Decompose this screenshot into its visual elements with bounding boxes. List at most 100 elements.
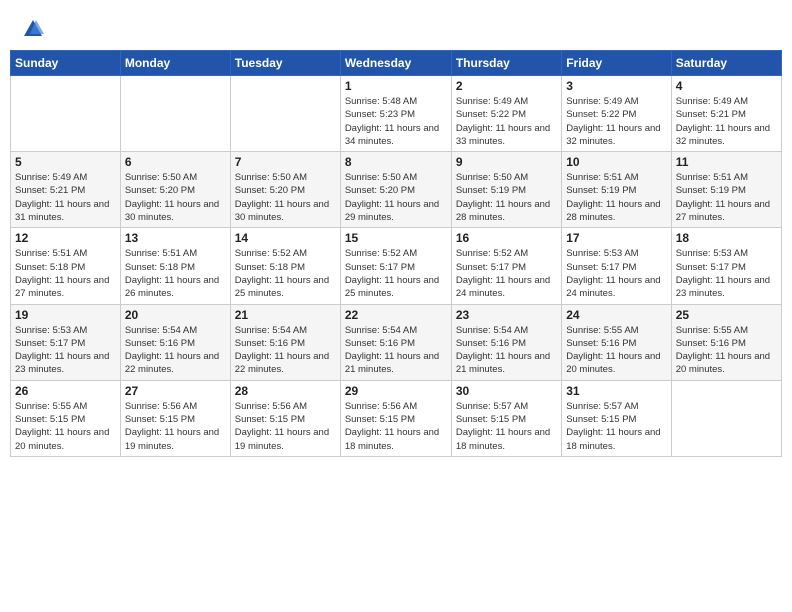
day-info: Sunrise: 5:53 AMSunset: 5:17 PMDaylight:… bbox=[566, 247, 666, 300]
calendar-day-cell: 19 Sunrise: 5:53 AMSunset: 5:17 PMDayligh… bbox=[11, 304, 121, 380]
day-number: 1 bbox=[345, 79, 447, 93]
calendar-day-cell: 24 Sunrise: 5:55 AMSunset: 5:16 PMDayligh… bbox=[562, 304, 671, 380]
day-number: 2 bbox=[456, 79, 557, 93]
calendar-week-row: 1 Sunrise: 5:48 AMSunset: 5:23 PMDaylight… bbox=[11, 76, 782, 152]
calendar-day-cell: 3 Sunrise: 5:49 AMSunset: 5:22 PMDaylight… bbox=[562, 76, 671, 152]
calendar-day-cell: 7 Sunrise: 5:50 AMSunset: 5:20 PMDaylight… bbox=[230, 152, 340, 228]
calendar-day-cell: 29Sunrise: 5:56 AMSunset: 5:15 PMDayligh… bbox=[340, 380, 451, 456]
calendar-day-cell: 27 Sunrise: 5:56 AMSunset: 5:15 PMDayligh… bbox=[120, 380, 230, 456]
day-info: Sunrise: 5:49 AMSunset: 5:21 PMDaylight:… bbox=[676, 95, 777, 148]
day-info: Sunrise: 5:49 AMSunset: 5:22 PMDaylight:… bbox=[456, 95, 557, 148]
day-info: Sunrise: 5:56 AMSunset: 5:15 PMDaylight:… bbox=[345, 400, 447, 453]
page-header bbox=[10, 10, 782, 44]
day-number: 26 bbox=[15, 384, 116, 398]
day-info: Sunrise: 5:57 AMSunset: 5:15 PMDaylight:… bbox=[566, 400, 666, 453]
day-info: Sunrise: 5:49 AMSunset: 5:22 PMDaylight:… bbox=[566, 95, 666, 148]
calendar-day-cell: 8Sunrise: 5:50 AMSunset: 5:20 PMDaylight… bbox=[340, 152, 451, 228]
day-number: 19 bbox=[15, 308, 116, 322]
day-number: 9 bbox=[456, 155, 557, 169]
calendar-day-cell: 1 Sunrise: 5:48 AMSunset: 5:23 PMDaylight… bbox=[340, 76, 451, 152]
day-info: Sunrise: 5:55 AMSunset: 5:15 PMDaylight:… bbox=[15, 400, 116, 453]
calendar-day-cell: 2 Sunrise: 5:49 AMSunset: 5:22 PMDaylight… bbox=[451, 76, 561, 152]
calendar-day-cell: 22 Sunrise: 5:54 AMSunset: 5:16 PMDayligh… bbox=[340, 304, 451, 380]
calendar-day-cell bbox=[671, 380, 781, 456]
calendar-day-cell: 26 Sunrise: 5:55 AMSunset: 5:15 PMDayligh… bbox=[11, 380, 121, 456]
day-number: 4 bbox=[676, 79, 777, 93]
logo bbox=[20, 18, 44, 40]
calendar-header-row: SundayMondayTuesdayWednesdayThursdayFrid… bbox=[11, 51, 782, 76]
day-number: 5 bbox=[15, 155, 116, 169]
day-info: Sunrise: 5:54 AMSunset: 5:16 PMDaylight:… bbox=[235, 324, 336, 377]
day-info: Sunrise: 5:48 AMSunset: 5:23 PMDaylight:… bbox=[345, 95, 447, 148]
calendar-day-cell: 14 Sunrise: 5:52 AMSunset: 5:18 PMDayligh… bbox=[230, 228, 340, 304]
day-number: 6 bbox=[125, 155, 226, 169]
day-info: Sunrise: 5:55 AMSunset: 5:16 PMDaylight:… bbox=[566, 324, 666, 377]
calendar-week-row: 19 Sunrise: 5:53 AMSunset: 5:17 PMDayligh… bbox=[11, 304, 782, 380]
calendar-day-cell bbox=[11, 76, 121, 152]
calendar-week-row: 26 Sunrise: 5:55 AMSunset: 5:15 PMDayligh… bbox=[11, 380, 782, 456]
day-number: 10 bbox=[566, 155, 666, 169]
day-number: 23 bbox=[456, 308, 557, 322]
calendar-day-cell: 12 Sunrise: 5:51 AMSunset: 5:18 PMDayligh… bbox=[11, 228, 121, 304]
day-info: Sunrise: 5:55 AMSunset: 5:16 PMDaylight:… bbox=[676, 324, 777, 377]
day-number: 12 bbox=[15, 231, 116, 245]
day-number: 30 bbox=[456, 384, 557, 398]
day-number: 13 bbox=[125, 231, 226, 245]
day-number: 20 bbox=[125, 308, 226, 322]
day-of-week-header: Tuesday bbox=[230, 51, 340, 76]
day-number: 21 bbox=[235, 308, 336, 322]
calendar-day-cell: 15Sunrise: 5:52 AMSunset: 5:17 PMDayligh… bbox=[340, 228, 451, 304]
day-number: 18 bbox=[676, 231, 777, 245]
calendar-day-cell: 31Sunrise: 5:57 AMSunset: 5:15 PMDayligh… bbox=[562, 380, 671, 456]
calendar-day-cell: 20 Sunrise: 5:54 AMSunset: 5:16 PMDayligh… bbox=[120, 304, 230, 380]
day-of-week-header: Saturday bbox=[671, 51, 781, 76]
calendar-week-row: 5 Sunrise: 5:49 AMSunset: 5:21 PMDaylight… bbox=[11, 152, 782, 228]
calendar-day-cell: 11Sunrise: 5:51 AMSunset: 5:19 PMDayligh… bbox=[671, 152, 781, 228]
calendar-day-cell: 25Sunrise: 5:55 AMSunset: 5:16 PMDayligh… bbox=[671, 304, 781, 380]
day-number: 24 bbox=[566, 308, 666, 322]
day-info: Sunrise: 5:54 AMSunset: 5:16 PMDaylight:… bbox=[456, 324, 557, 377]
calendar-day-cell: 5 Sunrise: 5:49 AMSunset: 5:21 PMDaylight… bbox=[11, 152, 121, 228]
day-number: 15 bbox=[345, 231, 447, 245]
calendar-day-cell: 28 Sunrise: 5:56 AMSunset: 5:15 PMDayligh… bbox=[230, 380, 340, 456]
calendar-day-cell: 4 Sunrise: 5:49 AMSunset: 5:21 PMDaylight… bbox=[671, 76, 781, 152]
calendar-day-cell: 21 Sunrise: 5:54 AMSunset: 5:16 PMDayligh… bbox=[230, 304, 340, 380]
day-info: Sunrise: 5:52 AMSunset: 5:18 PMDaylight:… bbox=[235, 247, 336, 300]
day-number: 3 bbox=[566, 79, 666, 93]
day-of-week-header: Thursday bbox=[451, 51, 561, 76]
calendar-day-cell: 17 Sunrise: 5:53 AMSunset: 5:17 PMDayligh… bbox=[562, 228, 671, 304]
day-info: Sunrise: 5:50 AMSunset: 5:19 PMDaylight:… bbox=[456, 171, 557, 224]
day-number: 17 bbox=[566, 231, 666, 245]
day-info: Sunrise: 5:51 AMSunset: 5:19 PMDaylight:… bbox=[566, 171, 666, 224]
day-info: Sunrise: 5:54 AMSunset: 5:16 PMDaylight:… bbox=[345, 324, 447, 377]
day-info: Sunrise: 5:54 AMSunset: 5:16 PMDaylight:… bbox=[125, 324, 226, 377]
day-of-week-header: Monday bbox=[120, 51, 230, 76]
day-info: Sunrise: 5:51 AMSunset: 5:19 PMDaylight:… bbox=[676, 171, 777, 224]
day-info: Sunrise: 5:50 AMSunset: 5:20 PMDaylight:… bbox=[345, 171, 447, 224]
logo-icon bbox=[22, 18, 44, 40]
calendar-day-cell: 30 Sunrise: 5:57 AMSunset: 5:15 PMDayligh… bbox=[451, 380, 561, 456]
day-info: Sunrise: 5:51 AMSunset: 5:18 PMDaylight:… bbox=[15, 247, 116, 300]
day-info: Sunrise: 5:56 AMSunset: 5:15 PMDaylight:… bbox=[235, 400, 336, 453]
day-of-week-header: Sunday bbox=[11, 51, 121, 76]
day-number: 27 bbox=[125, 384, 226, 398]
day-info: Sunrise: 5:57 AMSunset: 5:15 PMDaylight:… bbox=[456, 400, 557, 453]
day-number: 14 bbox=[235, 231, 336, 245]
day-info: Sunrise: 5:51 AMSunset: 5:18 PMDaylight:… bbox=[125, 247, 226, 300]
calendar-day-cell: 18 Sunrise: 5:53 AMSunset: 5:17 PMDayligh… bbox=[671, 228, 781, 304]
day-of-week-header: Friday bbox=[562, 51, 671, 76]
day-info: Sunrise: 5:49 AMSunset: 5:21 PMDaylight:… bbox=[15, 171, 116, 224]
calendar-day-cell: 10 Sunrise: 5:51 AMSunset: 5:19 PMDayligh… bbox=[562, 152, 671, 228]
day-info: Sunrise: 5:53 AMSunset: 5:17 PMDaylight:… bbox=[15, 324, 116, 377]
day-info: Sunrise: 5:50 AMSunset: 5:20 PMDaylight:… bbox=[235, 171, 336, 224]
day-number: 22 bbox=[345, 308, 447, 322]
calendar-day-cell: 23 Sunrise: 5:54 AMSunset: 5:16 PMDayligh… bbox=[451, 304, 561, 380]
calendar-day-cell: 6Sunrise: 5:50 AMSunset: 5:20 PMDaylight… bbox=[120, 152, 230, 228]
day-number: 7 bbox=[235, 155, 336, 169]
day-number: 16 bbox=[456, 231, 557, 245]
calendar-day-cell: 9 Sunrise: 5:50 AMSunset: 5:19 PMDaylight… bbox=[451, 152, 561, 228]
day-info: Sunrise: 5:53 AMSunset: 5:17 PMDaylight:… bbox=[676, 247, 777, 300]
day-number: 28 bbox=[235, 384, 336, 398]
day-info: Sunrise: 5:56 AMSunset: 5:15 PMDaylight:… bbox=[125, 400, 226, 453]
day-info: Sunrise: 5:52 AMSunset: 5:17 PMDaylight:… bbox=[456, 247, 557, 300]
